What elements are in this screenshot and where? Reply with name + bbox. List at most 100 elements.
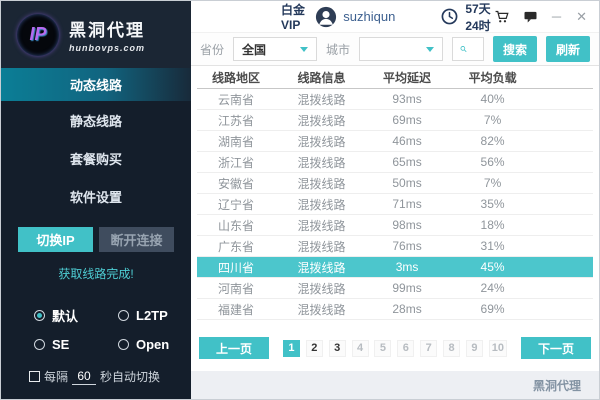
table-row[interactable]: 云南省混拨线路93ms40%: [197, 89, 593, 110]
table-cell: 65ms: [368, 155, 446, 169]
sidebar-menu-item[interactable]: 动态线路: [1, 68, 191, 101]
search-icon: [460, 42, 467, 56]
page-number[interactable]: 8: [443, 340, 460, 357]
footer: 黑洞代理: [191, 371, 599, 399]
sidebar-menu-item[interactable]: 套餐购买: [1, 139, 191, 177]
city-label: 城市: [326, 41, 350, 58]
table-cell: 辽宁省: [197, 196, 275, 213]
search-button[interactable]: 搜索: [493, 36, 537, 62]
page-number[interactable]: 6: [397, 340, 414, 357]
table-cell: 40%: [446, 92, 539, 106]
table-row[interactable]: 福建省混拨线路28ms69%: [197, 299, 593, 320]
sidebar-menu-item[interactable]: 软件设置: [1, 177, 191, 215]
auto-switch-checkbox[interactable]: [29, 371, 40, 382]
username: suzhiqun: [343, 9, 395, 24]
app-window: IP 黑洞代理 hunbovps.com 动态线路静态线路套餐购买软件设置 切换…: [0, 0, 600, 400]
user-avatar-icon: [315, 6, 337, 28]
table-row[interactable]: 河南省混拨线路99ms24%: [197, 278, 593, 299]
protocol-label: L2TP: [136, 308, 168, 323]
connection-buttons: 切换IP 断开连接: [1, 227, 191, 252]
table-cell: 93ms: [368, 92, 446, 106]
table-cell: 浙江省: [197, 154, 275, 171]
search-box[interactable]: [452, 37, 484, 61]
table-cell: 江苏省: [197, 112, 275, 129]
interval-input[interactable]: [72, 369, 96, 385]
auto-switch-row[interactable]: 每隔 秒自动切换: [1, 368, 191, 399]
table-cell: 31%: [446, 239, 539, 253]
refresh-button[interactable]: 刷新: [546, 36, 590, 62]
page-number[interactable]: 3: [329, 340, 346, 357]
radio-button[interactable]: [34, 339, 45, 350]
logo-title: 黑洞代理: [69, 16, 145, 41]
page-number[interactable]: 5: [374, 340, 391, 357]
next-page-button[interactable]: 下一页: [521, 337, 591, 359]
table-cell: 28ms: [368, 302, 446, 316]
table-cell: 69%: [446, 302, 539, 316]
chevron-down-icon: [426, 47, 434, 52]
table-row[interactable]: 浙江省混拨线路65ms56%: [197, 152, 593, 173]
footer-brand: 黑洞代理: [533, 377, 581, 394]
radio-button[interactable]: [118, 310, 129, 321]
table-row[interactable]: 江苏省混拨线路69ms7%: [197, 110, 593, 131]
radio-button[interactable]: [118, 339, 129, 350]
province-select-value: 全国: [242, 41, 266, 58]
province-select[interactable]: 全国: [233, 37, 317, 61]
table-row[interactable]: 辽宁省混拨线路71ms35%: [197, 194, 593, 215]
prev-page-button[interactable]: 上一页: [199, 337, 269, 359]
table-cell: 24%: [446, 281, 539, 295]
table-cell: 福建省: [197, 301, 275, 318]
table-row[interactable]: 山东省混拨线路98ms18%: [197, 215, 593, 236]
auto-switch-suffix: 秒自动切换: [100, 368, 160, 385]
protocol-label: SE: [52, 337, 69, 352]
page-number[interactable]: 4: [352, 340, 369, 357]
table-cell: 35%: [446, 197, 539, 211]
table-cell: 50ms: [368, 176, 446, 190]
avatar[interactable]: [315, 6, 337, 28]
filter-bar: 省份 全国 城市 搜索 刷新: [191, 33, 599, 66]
page-number[interactable]: 2: [306, 340, 323, 357]
table-row[interactable]: 安徽省混拨线路50ms7%: [197, 173, 593, 194]
protocol-option[interactable]: Open: [118, 337, 191, 352]
message-icon[interactable]: [524, 11, 537, 23]
minimize-button[interactable]: ─: [552, 10, 561, 23]
table-cell: 云南省: [197, 91, 275, 108]
radio-button[interactable]: [34, 310, 45, 321]
logo-monogram: IP: [29, 24, 46, 45]
protocol-option[interactable]: L2TP: [118, 306, 191, 325]
column-header: 线路信息: [275, 69, 368, 86]
cart-icon[interactable]: [494, 9, 509, 24]
table-row[interactable]: 四川省混拨线路3ms45%: [197, 257, 593, 278]
page-number[interactable]: 10: [489, 340, 507, 357]
table-cell: 混拨线路: [275, 196, 368, 213]
table-cell: 山东省: [197, 217, 275, 234]
search-input[interactable]: [472, 41, 476, 57]
protocol-option[interactable]: 默认: [34, 306, 96, 325]
table-cell: 98ms: [368, 218, 446, 232]
page-number[interactable]: 1: [283, 340, 300, 357]
pagination: 上一页 123456789 10 下一页: [199, 337, 591, 359]
page-number[interactable]: 9: [466, 340, 483, 357]
table-cell: 混拨线路: [275, 238, 368, 255]
column-header: 平均负载: [446, 69, 539, 86]
close-button[interactable]: ✕: [576, 10, 587, 23]
protocol-label: Open: [136, 337, 169, 352]
table-cell: 混拨线路: [275, 133, 368, 150]
city-select[interactable]: [359, 37, 443, 61]
sidebar-menu-item[interactable]: 静态线路: [1, 101, 191, 139]
sidebar-menu: 动态线路静态线路套餐购买软件设置: [1, 68, 191, 215]
auto-switch-prefix: 每隔: [44, 368, 68, 385]
logo: IP 黑洞代理 hunbovps.com: [1, 1, 191, 68]
protocol-option[interactable]: SE: [34, 337, 96, 352]
table-cell: 76ms: [368, 239, 446, 253]
table-cell: 71ms: [368, 197, 446, 211]
page-number[interactable]: 7: [420, 340, 437, 357]
table-row[interactable]: 湖南省混拨线路46ms82%: [197, 131, 593, 152]
protocol-label: 默认: [52, 306, 78, 325]
table-cell: 18%: [446, 218, 539, 232]
switch-ip-button[interactable]: 切换IP: [18, 227, 93, 252]
vip-badge: 白金 VIP: [281, 1, 307, 32]
ip-logo-icon: IP: [17, 14, 59, 56]
table-cell: 河南省: [197, 280, 275, 297]
table-row[interactable]: 广东省混拨线路76ms31%: [197, 236, 593, 257]
disconnect-button[interactable]: 断开连接: [99, 227, 174, 252]
